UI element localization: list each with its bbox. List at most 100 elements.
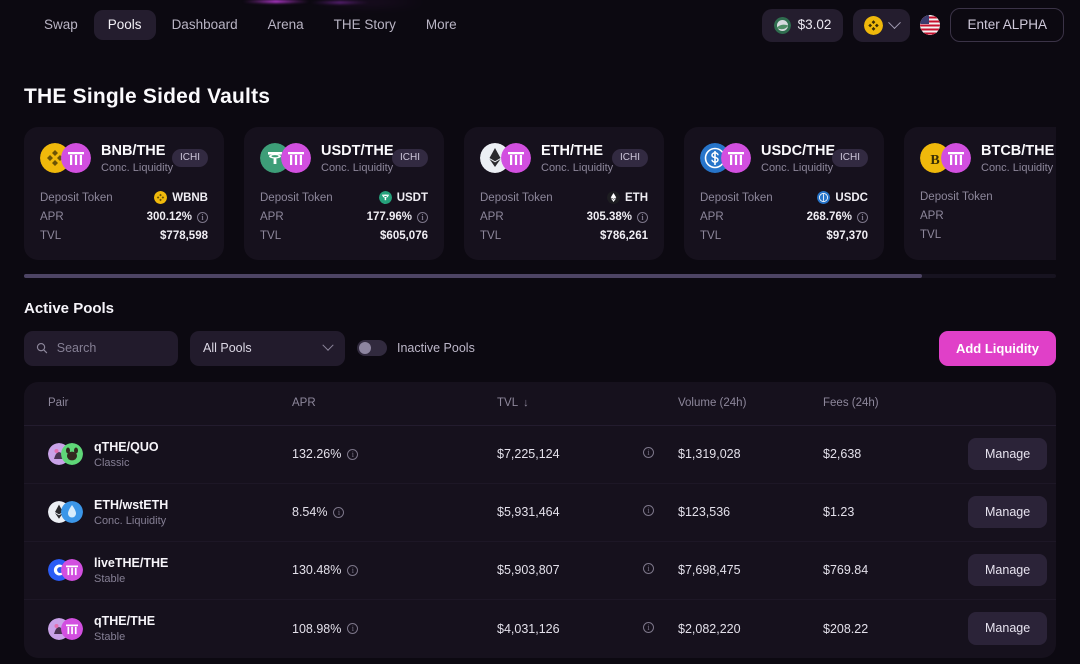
vault-card[interactable]: USDT/THE Conc. Liquidity ICHI Deposit To… <box>244 127 444 260</box>
info-icon[interactable] <box>197 211 208 223</box>
manage-button[interactable]: Manage <box>968 612 1048 645</box>
pool-apr-cell: 130.48% <box>292 563 497 577</box>
vault-provider-badge: ICHI <box>392 149 428 168</box>
table-row[interactable]: ETH/wstETH Conc. Liquidity 8.54% $5,931,… <box>24 484 1056 542</box>
add-liquidity-button[interactable]: Add Liquidity <box>938 330 1056 366</box>
header-actions: $3.02 Enter ALPHA <box>761 8 1064 42</box>
nav-item-arena[interactable]: Arena <box>254 10 318 40</box>
nav-item-swap[interactable]: Swap <box>30 10 92 40</box>
manage-button[interactable]: Manage <box>968 495 1048 529</box>
chevron-down-icon <box>322 339 334 352</box>
inactive-pools-toggle[interactable] <box>357 340 387 357</box>
vault-deposit-token-label: Deposit Token <box>40 191 113 204</box>
chain-selector-button[interactable] <box>853 8 911 42</box>
inactive-pools-toggle-wrap[interactable]: Inactive Pools <box>357 340 475 357</box>
vault-provider-badge: ICHI <box>832 149 868 168</box>
info-icon[interactable] <box>637 211 648 223</box>
info-icon[interactable] <box>643 563 654 575</box>
wsteth-icon <box>61 501 83 524</box>
the-icon <box>61 559 83 582</box>
search-box[interactable] <box>24 330 178 366</box>
table-row[interactable]: liveTHE/THE Stable 130.48% $5,903,807 $7… <box>24 542 1056 600</box>
column-header-tvl[interactable]: TVL ↓ <box>497 397 643 409</box>
vault-pair-type: Conc. Liquidity <box>321 161 394 174</box>
pool-filter-select[interactable]: All Pools <box>190 330 345 366</box>
vault-pair-type: Conc. Liquidity <box>541 161 614 174</box>
vault-card[interactable]: USDC/THE Conc. Liquidity ICHI Deposit To… <box>684 127 884 260</box>
vault-tvl-value: $786,261 <box>600 230 648 243</box>
vault-deposit-token-text: WBNB <box>172 191 208 204</box>
info-icon[interactable] <box>347 448 359 460</box>
connect-wallet-button[interactable]: Enter ALPHA <box>950 8 1064 42</box>
the-icon <box>501 143 531 174</box>
token-price-button[interactable]: $3.02 <box>761 8 844 42</box>
nav-item-pools[interactable]: Pools <box>93 10 156 40</box>
pool-apr-value: 8.54% <box>292 505 328 520</box>
column-header-volume[interactable]: Volume (24h) <box>678 397 823 409</box>
nav-item-the-story[interactable]: THE Story <box>320 10 410 40</box>
info-icon[interactable] <box>417 211 428 223</box>
column-header-apr[interactable]: APR <box>292 397 497 409</box>
info-icon[interactable] <box>347 564 359 576</box>
info-icon[interactable] <box>643 505 654 517</box>
vault-card[interactable]: BNB/THE Conc. Liquidity ICHI Deposit Tok… <box>24 127 224 260</box>
vault-pair-icons <box>700 143 751 174</box>
vault-tvl-value: $97,370 <box>826 230 868 243</box>
us-flag-icon[interactable] <box>920 15 941 35</box>
vault-card-header: B BTCB/THE Conc. Liquidity <box>920 143 1056 174</box>
pool-tvl-value: $7,225,124 <box>497 447 560 462</box>
vault-pair-icons <box>40 143 91 174</box>
pool-pair-cell: liveTHE/THE Stable <box>48 556 292 585</box>
bnb-chain-icon <box>864 15 884 35</box>
vault-deposit-token-row: Deposit Token WBNB <box>40 188 208 208</box>
pool-filter-value: All Pools <box>203 341 252 356</box>
info-icon[interactable] <box>857 211 868 223</box>
vault-deposit-token-value: USDT <box>378 191 428 205</box>
vault-card[interactable]: ETH/THE Conc. Liquidity ICHI Deposit Tok… <box>464 127 664 260</box>
table-row[interactable]: qTHE/QUO Classic 132.26% $7,225,124 $1,3… <box>24 426 1056 484</box>
vault-card[interactable]: B BTCB/THE Conc. Liquidity Deposit Token… <box>904 127 1056 260</box>
vault-apr-label: APR <box>700 211 724 224</box>
vault-card-stats: Deposit Token USDC APR 268.76% i TVL $97… <box>700 188 868 246</box>
nav-item-more[interactable]: More <box>412 10 471 40</box>
vault-apr-text: 268.76% <box>806 211 852 224</box>
column-header-fees[interactable]: Fees (24h) <box>823 397 968 409</box>
vault-apr-row: APR <box>920 207 1056 226</box>
vault-deposit-token-row: Deposit Token USDT <box>260 188 428 208</box>
the-icon <box>941 143 971 174</box>
main-nav: Swap Pools Dashboard Arena THE Story Mor… <box>30 10 471 40</box>
pool-tvl-info <box>643 620 678 638</box>
info-icon[interactable] <box>333 506 345 518</box>
pool-pair-cell: qTHE/QUO Classic <box>48 440 292 469</box>
vault-tvl-label: TVL <box>480 230 502 243</box>
vault-card-header: USDC/THE Conc. Liquidity ICHI <box>700 143 868 174</box>
vault-pair-name: BNB/THE <box>101 143 166 159</box>
pools-table: Pair APR TVL ↓ Volume (24h) Fees (24h) q… <box>24 381 1056 658</box>
vault-deposit-token-row: Deposit Token USDC <box>700 188 868 208</box>
manage-button[interactable]: Manage <box>968 553 1048 587</box>
search-input[interactable] <box>56 341 166 356</box>
arrow-down-icon: ↓ <box>523 397 529 410</box>
pool-volume-value: $123,536 <box>678 505 731 520</box>
vault-card-titles: BTCB/THE Conc. Liquidity <box>981 143 1054 174</box>
info-icon[interactable] <box>643 621 654 633</box>
pool-pair-type: Stable <box>94 572 126 585</box>
info-icon[interactable] <box>643 447 654 459</box>
pool-fees-value: $769.84 <box>823 563 869 578</box>
table-row[interactable]: qTHE/THE Stable 108.98% $4,031,126 $2,08… <box>24 600 1056 658</box>
column-header-pair[interactable]: Pair <box>48 397 292 409</box>
vault-pair-icons <box>480 143 531 174</box>
vault-deposit-token-text: ETH <box>625 191 648 204</box>
carousel-scrollbar-thumb[interactable] <box>24 273 922 278</box>
pool-apr-value: 108.98% <box>292 621 342 636</box>
pool-action-cell: Manage <box>968 437 1048 471</box>
manage-button[interactable]: Manage <box>968 437 1048 471</box>
nav-item-dashboard[interactable]: Dashboard <box>158 10 252 40</box>
pool-apr-value-wrap: 132.26% <box>292 447 497 461</box>
vault-tvl-row: TVL <box>920 226 1056 245</box>
carousel-scrollbar[interactable] <box>24 273 1056 278</box>
vault-tvl-label: TVL <box>40 230 62 243</box>
vaults-carousel[interactable]: BNB/THE Conc. Liquidity ICHI Deposit Tok… <box>24 127 1056 260</box>
vault-apr-value: 305.38% <box>587 211 648 223</box>
info-icon[interactable] <box>347 623 359 635</box>
